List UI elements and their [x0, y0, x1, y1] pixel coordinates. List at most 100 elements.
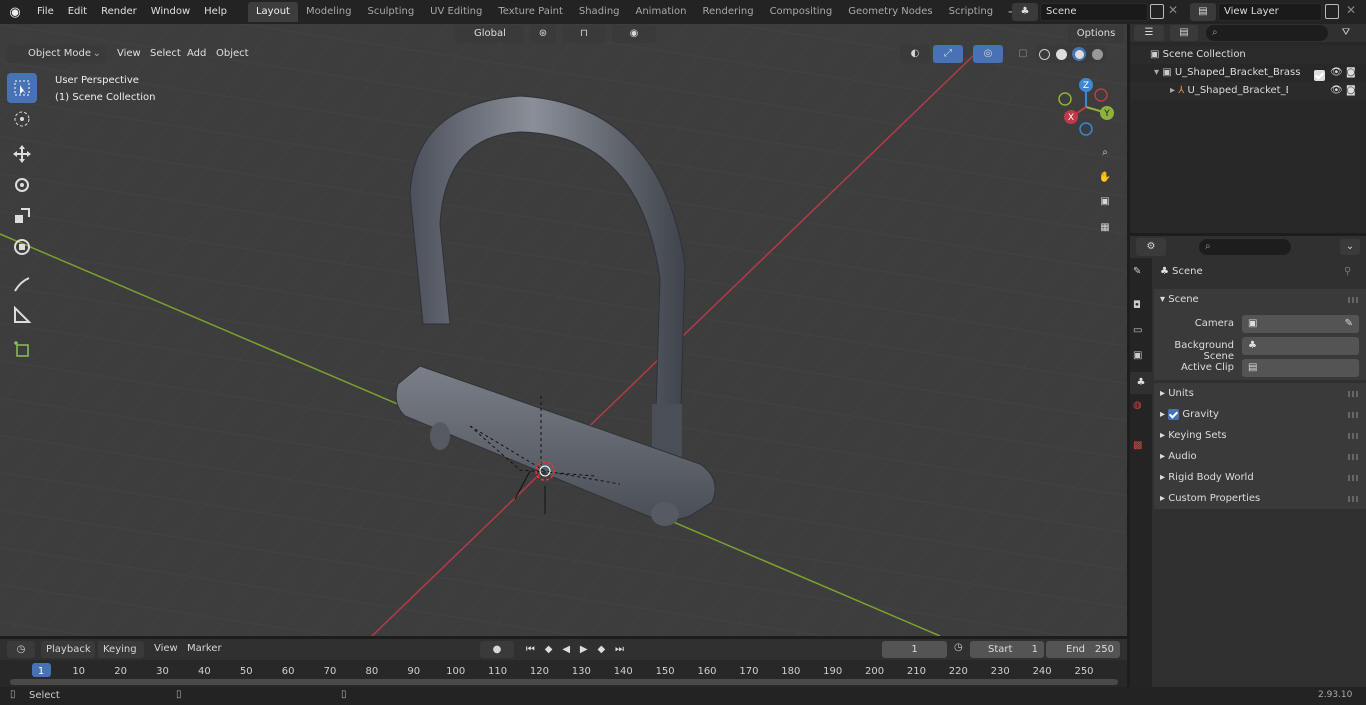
tab-layout[interactable]: Layout [247, 2, 298, 22]
end-frame-field[interactable]: End 250 [1046, 641, 1120, 658]
blender-logo-icon[interactable]: ◉ [0, 5, 30, 20]
tab-geometry-nodes[interactable]: Geometry Nodes [840, 2, 940, 22]
tab-sculpting[interactable]: Sculpting [359, 2, 422, 22]
active-clip-field[interactable]: ▤ [1242, 359, 1359, 377]
tab-modeling[interactable]: Modeling [298, 2, 360, 22]
properties-search-input[interactable]: ⌕ [1199, 239, 1291, 255]
scene-tab-icon[interactable]: ♣ [1130, 372, 1152, 394]
scene-type-icon[interactable]: ♣ [1012, 3, 1038, 21]
pin-icon[interactable]: ⚲ [1344, 266, 1351, 277]
jump-end-icon[interactable]: ⏭ [615, 641, 624, 658]
solid-shading-icon[interactable] [1055, 48, 1067, 60]
object-camera-icon[interactable]: ◙ [1346, 82, 1356, 100]
pan-hand-icon[interactable]: ✋ [1093, 166, 1117, 188]
camera-field[interactable]: ▣ ✎ [1242, 315, 1359, 333]
tab-shading[interactable]: Shading [571, 2, 628, 22]
timeline-editor-icon[interactable]: ◷ [7, 641, 35, 658]
menu-help[interactable]: Help [197, 0, 234, 24]
camera-render-icon[interactable]: ◙ [1346, 64, 1356, 82]
new-scene-icon[interactable] [1150, 4, 1164, 19]
editor-type-icon[interactable]: ☰ [1134, 25, 1164, 41]
proportional-edit-icon[interactable]: ◉ [612, 25, 656, 43]
ortho-grid-icon[interactable]: ▦ [1093, 216, 1117, 238]
tab-rendering[interactable]: Rendering [694, 2, 761, 22]
menu-add[interactable]: Add [187, 44, 206, 64]
transform-tool[interactable] [7, 232, 37, 262]
audio-panel[interactable]: ▸ Audio [1154, 446, 1366, 467]
gizmo-toggle-icon[interactable]: ⤢ [933, 45, 963, 63]
wireframe-shading-icon[interactable] [1038, 48, 1050, 60]
view-layer-icon[interactable]: ▤ [1190, 3, 1216, 21]
playback-menu[interactable]: Playback [41, 641, 95, 658]
close-view-layer-icon[interactable]: ✕ [1346, 3, 1356, 17]
properties-options-icon[interactable]: ⌄ [1340, 239, 1360, 255]
keying-sets-panel[interactable]: ▸ Keying Sets [1154, 425, 1366, 446]
menu-window[interactable]: Window [144, 0, 197, 24]
gravity-checkbox[interactable] [1168, 408, 1180, 420]
select-box-tool[interactable] [7, 73, 37, 103]
tab-animation[interactable]: Animation [628, 2, 695, 22]
rigid-body-panel[interactable]: ▸ Rigid Body World [1154, 467, 1366, 488]
pivot-icon[interactable]: ⊛ [530, 25, 556, 43]
snap-icon[interactable]: ⊓ [562, 25, 606, 43]
tab-uv-editing[interactable]: UV Editing [422, 2, 490, 22]
play-icon[interactable]: ▶ [580, 641, 588, 658]
outliner-scene-collection[interactable]: ▣ Scene Collection [1130, 46, 1366, 64]
tab-scripting[interactable]: Scripting [941, 2, 1001, 22]
eyedropper-icon[interactable]: ✎ [1345, 316, 1353, 332]
scene-name-field[interactable]: Scene [1040, 3, 1148, 21]
outliner-object-row[interactable]: ▸ ⅄ U_Shaped_Bracket_Brass 👁 ◙ [1130, 82, 1366, 100]
new-view-layer-icon[interactable] [1325, 4, 1339, 19]
eye-icon[interactable]: 👁 [1330, 64, 1343, 82]
menu-view[interactable]: View [117, 44, 141, 64]
next-keyframe-icon[interactable]: ◆ [597, 641, 605, 658]
orientation-dropdown[interactable]: Global [454, 25, 524, 43]
add-cube-tool[interactable] [7, 334, 37, 364]
view-layer-tab-icon[interactable]: ▣ [1133, 350, 1142, 361]
menu-render[interactable]: Render [94, 0, 144, 24]
menu-select[interactable]: Select [150, 44, 181, 64]
jump-start-icon[interactable]: ⏮ [526, 641, 535, 658]
rendered-shading-icon[interactable] [1092, 48, 1104, 60]
outliner-search-input[interactable]: ⌕ [1206, 25, 1328, 41]
world-tab-icon[interactable]: ◍ [1133, 400, 1142, 411]
prev-keyframe-icon[interactable]: ◆ [545, 641, 553, 658]
current-frame-field[interactable]: 1 [882, 641, 947, 658]
display-mode-icon[interactable]: ▤ [1170, 25, 1198, 41]
menu-file[interactable]: File [30, 0, 61, 24]
options-button[interactable]: Options [1068, 25, 1124, 43]
expand-right-icon[interactable]: ▸ [1170, 85, 1175, 96]
menu-edit[interactable]: Edit [61, 0, 94, 24]
rotate-tool[interactable] [7, 170, 37, 200]
navigation-gizmo[interactable]: Z Y X [1055, 76, 1117, 138]
properties-editor-type-icon[interactable]: ⚙ [1136, 238, 1166, 256]
timeline-scrollbar[interactable] [10, 679, 1118, 685]
close-scene-icon[interactable]: ✕ [1168, 3, 1178, 17]
background-scene-field[interactable]: ♣ [1242, 337, 1359, 355]
menu-object[interactable]: Object [216, 44, 249, 64]
expand-arrow-icon[interactable]: ▾ [1154, 67, 1159, 78]
cursor-tool[interactable] [7, 104, 37, 134]
texture-tab-icon[interactable]: ▩ [1133, 440, 1142, 451]
marker-menu[interactable]: Marker [187, 643, 222, 654]
units-panel[interactable]: ▸ Units [1154, 383, 1366, 404]
visibility-icon[interactable]: ◐ [900, 45, 930, 63]
play-reverse-icon[interactable]: ◀ [562, 641, 570, 658]
stopwatch-icon[interactable]: ◷ [954, 642, 963, 653]
annotate-tool[interactable] [7, 269, 37, 299]
scene-panel-header[interactable]: ▾ Scene [1154, 289, 1366, 310]
view-layer-field[interactable]: View Layer [1218, 3, 1322, 21]
outliner-collection-row[interactable]: ▾ ▣ U_Shaped_Bracket_Brass 👁 ◙ [1130, 64, 1366, 82]
camera-view-icon[interactable]: ▣ [1093, 190, 1117, 212]
render-tab-icon[interactable]: ◘ [1133, 300, 1141, 311]
record-icon[interactable]: ● [480, 641, 514, 658]
scale-tool[interactable] [7, 201, 37, 231]
keying-menu[interactable]: Keying [98, 641, 144, 658]
mode-dropdown[interactable]: Object Mode ⌄ [6, 45, 106, 63]
measure-tool[interactable] [7, 300, 37, 330]
overlays-icon[interactable]: ◎ [973, 45, 1003, 63]
xray-icon[interactable]: ▢ [1015, 45, 1031, 63]
custom-properties-panel[interactable]: ▸ Custom Properties [1154, 488, 1366, 509]
output-tab-icon[interactable]: ▭ [1133, 325, 1142, 336]
tab-compositing[interactable]: Compositing [762, 2, 841, 22]
